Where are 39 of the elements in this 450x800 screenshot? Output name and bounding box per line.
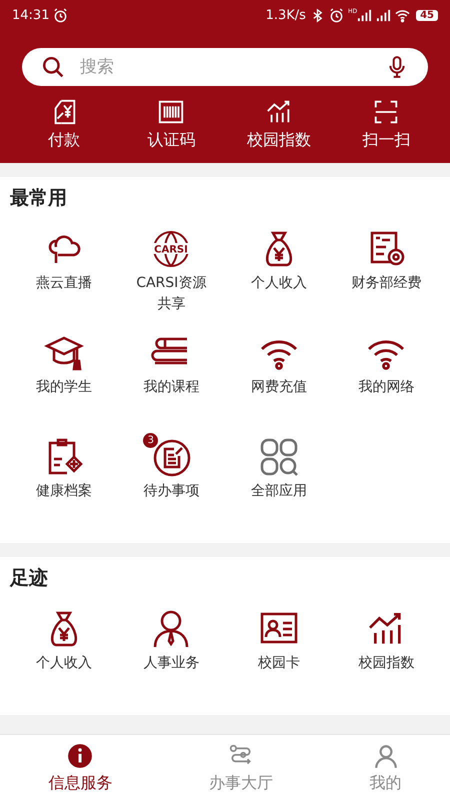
- info-icon: [67, 743, 94, 769]
- search-input[interactable]: 搜索: [78, 56, 372, 78]
- signal-icon: [376, 8, 392, 22]
- app-shortcut[interactable]: 我的课程: [129, 377, 214, 398]
- search-field[interactable]: 搜索: [22, 48, 428, 86]
- app-shortcut[interactable]: 我的学生: [22, 377, 106, 398]
- section-title: 最常用: [10, 186, 68, 211]
- all-apps-icon: [258, 437, 299, 477]
- quick-action[interactable]: 校园指数: [246, 130, 311, 151]
- app-shortcut[interactable]: CARSI资源共享: [129, 273, 214, 315]
- section-title: 足迹: [10, 566, 49, 591]
- quick-action[interactable]: 扫一扫: [362, 130, 410, 151]
- network-speed: 1.3K/s: [266, 8, 306, 22]
- signal-icon: [357, 8, 372, 22]
- app-shortcut[interactable]: 财务部经费: [344, 273, 428, 294]
- app-shortcut[interactable]: 全部应用: [236, 481, 321, 502]
- app-shortcut[interactable]: 人事业务: [129, 653, 214, 674]
- app-shortcut[interactable]: 我的网络: [344, 377, 428, 398]
- status-time: 14:31: [12, 8, 50, 22]
- globe-logo: CARSI: [151, 229, 192, 269]
- app-shortcut[interactable]: 健康档案: [22, 481, 106, 502]
- barcode-icon: [157, 98, 186, 126]
- app-shortcut[interactable]: 网费充值: [236, 377, 321, 398]
- app-shortcut[interactable]: 校园卡: [236, 653, 321, 674]
- alarm-icon: [328, 8, 344, 22]
- alarm-icon: [53, 8, 68, 22]
- nav-tab[interactable]: 信息服务: [48, 773, 112, 794]
- battery-indicator: 45: [416, 10, 438, 20]
- count-badge: 3: [143, 433, 158, 448]
- quick-action[interactable]: 付款: [48, 130, 80, 151]
- app-shortcut[interactable]: 个人收入: [236, 273, 321, 294]
- app-shortcut[interactable]: 待办事项: [129, 481, 214, 502]
- app-shortcut[interactable]: 校园指数: [344, 653, 428, 674]
- app-shortcut[interactable]: 燕云直播: [22, 273, 106, 294]
- app-shortcut[interactable]: 个人收入: [22, 653, 106, 674]
- wifi-icon: [395, 8, 410, 22]
- search-icon: [42, 56, 64, 78]
- person-icon: [372, 743, 399, 769]
- quick-action[interactable]: 认证码: [147, 130, 196, 151]
